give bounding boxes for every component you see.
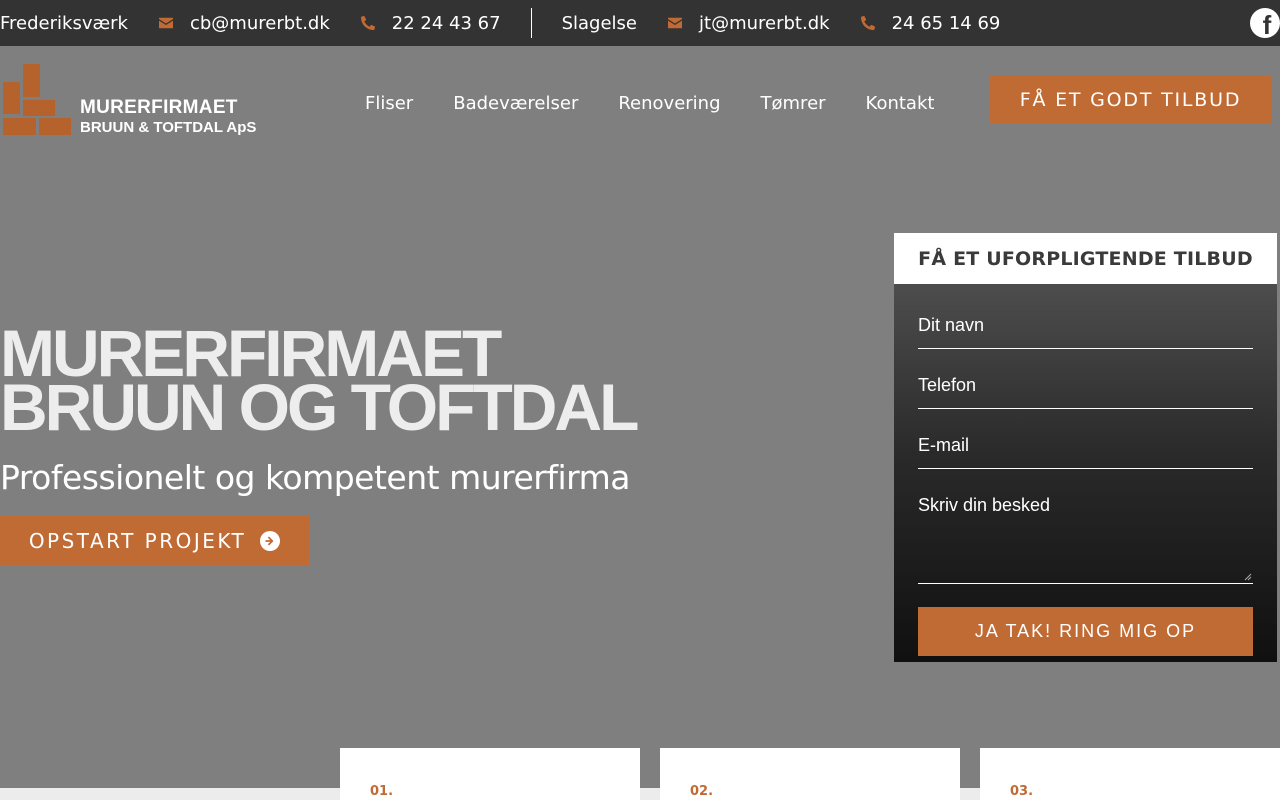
get-quote-button[interactable]: FÅ ET GODT TILBUD <box>990 75 1271 124</box>
nav-item-renovering[interactable]: Renovering <box>598 92 740 116</box>
hero-title-line2: BRUUN OG TOFTDAL <box>0 370 639 444</box>
location-frederiksvaerk: Frederiksværk <box>0 12 128 34</box>
email-field-placeholder: E-mail <box>918 435 970 455</box>
phone-field[interactable]: Telefon <box>918 375 1253 409</box>
logo-brick <box>39 118 71 135</box>
start-project-button[interactable]: OPSTART PROJEKT <box>0 516 309 566</box>
name-field[interactable]: Dit navn <box>918 315 1253 349</box>
company-logo[interactable]: MURERFIRMAET BRUUN & TOFTDAL ApS <box>2 64 272 138</box>
nav-item-fliser[interactable]: Fliser <box>345 92 433 116</box>
logo-line2: BRUUN & TOFTDAL ApS <box>80 119 257 136</box>
phone-2-text: 24 65 14 69 <box>891 12 1001 34</box>
name-field-placeholder: Dit navn <box>918 315 985 335</box>
message-field-placeholder: Skriv din besked <box>918 495 1051 515</box>
phone-icon <box>860 15 876 31</box>
envelope-icon <box>667 15 683 31</box>
email-1-text: cb@murerbt.dk <box>189 12 330 34</box>
form-heading: FÅ ET UFORPLIGTENDE TILBUD <box>894 233 1277 284</box>
hero-title: MURERFIRMAET BRUUN OG TOFTDAL <box>0 320 760 444</box>
message-field[interactable]: Skriv din besked <box>918 495 1253 584</box>
topbar: Frederiksværk cb@murerbt.dk 22 24 43 67 … <box>0 0 1280 46</box>
hero-subtitle: Professionelt og kompetent murerfirma <box>0 458 630 497</box>
phone-field-placeholder: Telefon <box>918 375 977 395</box>
main-nav: Fliser Badeværelser Renovering Tømrer Ko… <box>345 92 954 116</box>
card-number: 02. <box>690 784 714 799</box>
logo-brick <box>3 82 20 114</box>
email-link-2[interactable]: jt@murerbt.dk <box>667 13 830 34</box>
email-2-text: jt@murerbt.dk <box>699 12 830 34</box>
resize-handle-icon[interactable] <box>1244 573 1252 581</box>
quote-form: FÅ ET UFORPLIGTENDE TILBUD Dit navn Tele… <box>894 233 1277 662</box>
feature-card: 03. <box>980 748 1280 800</box>
call-me-button[interactable]: JA TAK! RING MIG OP <box>918 607 1253 656</box>
email-link-1[interactable]: cb@murerbt.dk <box>158 13 330 34</box>
facebook-icon[interactable]: f <box>1250 8 1280 38</box>
logo-brick <box>23 100 55 116</box>
phone-link-2[interactable]: 24 65 14 69 <box>860 12 1001 34</box>
nav-item-tomrer[interactable]: Tømrer <box>741 92 846 116</box>
location-slagelse: Slagelse <box>561 12 638 34</box>
phone-link-1[interactable]: 22 24 43 67 <box>360 13 501 34</box>
feature-card: 02. <box>660 748 960 800</box>
phone-1-text: 22 24 43 67 <box>391 12 501 34</box>
envelope-icon <box>158 15 174 31</box>
arrow-circle-right-icon <box>260 531 281 551</box>
topbar-divider <box>530 8 532 38</box>
logo-brick <box>23 64 40 97</box>
logo-brick <box>3 118 36 135</box>
email-field[interactable]: E-mail <box>918 435 1253 469</box>
logo-line1: MURERFIRMAET <box>80 97 238 118</box>
feature-card: 01. <box>340 748 640 800</box>
form-body: Dit navn Telefon E-mail Skriv din besked… <box>894 284 1277 662</box>
phone-icon <box>360 15 376 31</box>
facebook-glyph: f <box>1262 10 1272 38</box>
card-number: 01. <box>370 784 394 799</box>
nav-item-badevaerelser[interactable]: Badeværelser <box>433 92 598 116</box>
start-project-label: OPSTART PROJEKT <box>28 529 247 553</box>
card-number: 03. <box>1010 784 1034 799</box>
nav-item-kontakt[interactable]: Kontakt <box>846 92 955 116</box>
